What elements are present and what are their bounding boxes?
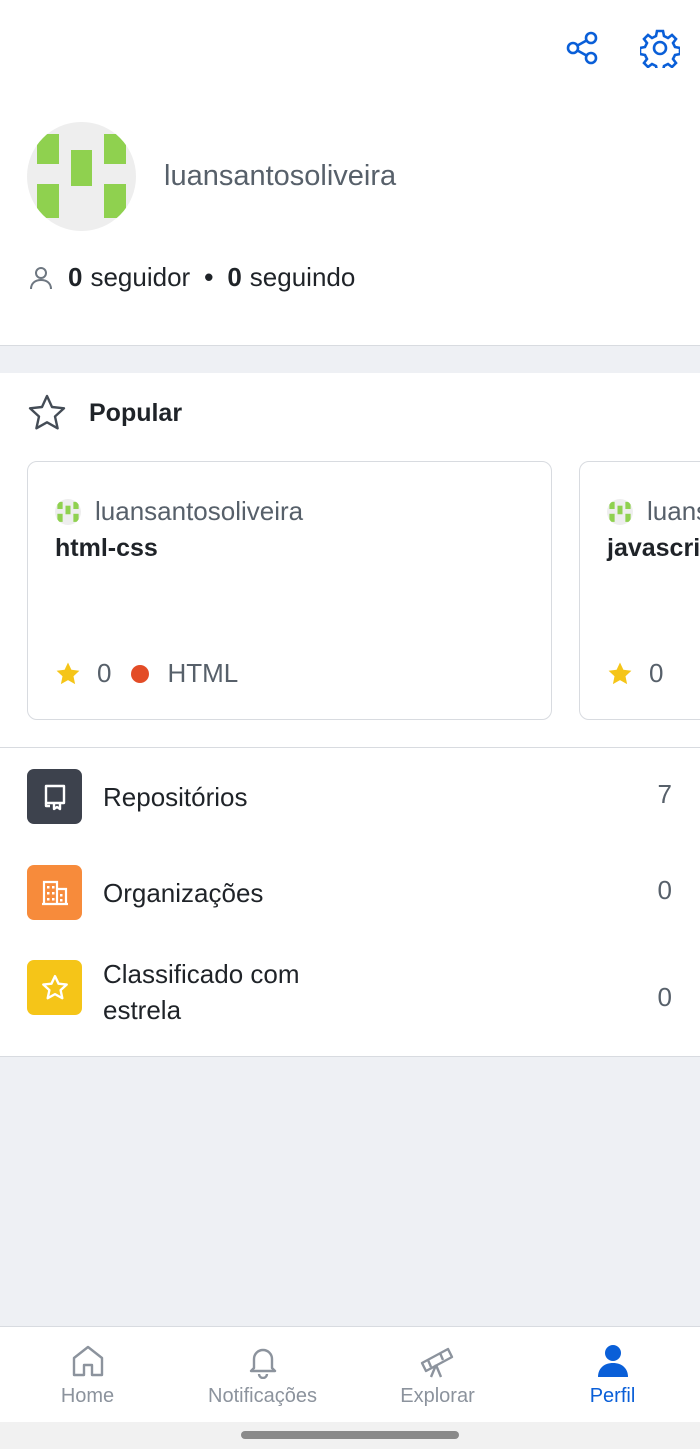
nav-label: Notificações xyxy=(208,1385,317,1407)
repo-meta: 0 xyxy=(607,658,663,689)
star-count: 0 xyxy=(97,658,112,688)
nav-explore[interactable]: Explorar xyxy=(350,1327,525,1422)
repo-card[interactable]: luansantosoliveira html-css 0 HTML xyxy=(27,461,552,720)
popular-title: Popular xyxy=(89,398,183,427)
avatar-identicon xyxy=(37,134,126,218)
home-indicator[interactable] xyxy=(241,1431,459,1439)
followers-label: seguidor xyxy=(90,262,191,292)
repo-name: html-css xyxy=(55,534,158,562)
username: luansantosoliveira xyxy=(164,160,397,192)
profile-header: luansantosoliveira 0 seguidor • 0 seguin… xyxy=(0,0,700,346)
menu-item-count: 0 xyxy=(657,982,672,1012)
menu-item-organizations[interactable]: Organizações 0 xyxy=(0,865,700,920)
separator: • xyxy=(204,262,214,292)
language-name: HTML xyxy=(167,658,239,688)
menu-item-count: 0 xyxy=(657,875,672,905)
follow-stats[interactable]: 0 seguidor • 0 seguindo xyxy=(28,262,355,293)
repo-icon xyxy=(27,769,82,824)
menu-item-label: Organizações xyxy=(103,878,264,908)
share-button[interactable] xyxy=(560,26,604,70)
following-count: 0 xyxy=(227,262,242,292)
star-icon xyxy=(608,662,632,684)
repo-meta: 0 HTML xyxy=(55,658,238,689)
header-actions xyxy=(560,26,682,70)
star-count: 0 xyxy=(649,658,664,688)
person-icon xyxy=(30,266,52,289)
telescope-icon xyxy=(420,1347,453,1378)
menu-item-count: 7 xyxy=(657,779,672,809)
repo-owner: luansantosoliveira xyxy=(55,496,303,527)
star-outline-icon xyxy=(28,394,66,430)
bell-icon xyxy=(249,1348,276,1379)
settings-button[interactable] xyxy=(638,26,682,70)
nav-label: Explorar xyxy=(400,1385,475,1407)
language-color-dot xyxy=(131,664,150,683)
organization-icon xyxy=(27,865,82,920)
menu-item-label: Classificado com estrela xyxy=(103,959,300,1025)
owner-name: luansantosoliveira xyxy=(95,496,304,526)
gear-icon xyxy=(640,29,680,68)
profile-menu: Repositórios 7 Organizações 0 Classifica… xyxy=(0,747,700,1057)
repo-card[interactable]: luansantosoliveira javascript 0 xyxy=(579,461,700,720)
popular-header: Popular xyxy=(27,393,182,433)
repo-name: javascript xyxy=(607,534,700,562)
person-icon xyxy=(597,1345,628,1377)
avatar[interactable] xyxy=(27,122,136,231)
followers-count: 0 xyxy=(68,262,83,292)
menu-item-starred[interactable]: Classificado com estrela 0 xyxy=(0,959,700,1025)
star-icon xyxy=(56,662,80,684)
home-icon xyxy=(72,1345,103,1377)
owner-name: luansantosoliveira xyxy=(647,496,700,526)
nav-notifications[interactable]: Notificações xyxy=(175,1327,350,1422)
star-icon xyxy=(27,960,82,1015)
following-label: seguindo xyxy=(249,262,356,292)
nav-profile[interactable]: Perfil xyxy=(525,1327,700,1422)
share-icon xyxy=(566,31,598,65)
bottom-navigation: Home Notificações Explorar Perfil xyxy=(0,1326,700,1422)
repo-owner: luansantosoliveira xyxy=(607,496,700,527)
nav-label: Home xyxy=(60,1385,115,1407)
nav-label: Perfil xyxy=(589,1385,636,1407)
menu-item-label: Repositórios xyxy=(103,782,248,812)
menu-item-repositories[interactable]: Repositórios 7 xyxy=(0,769,700,824)
nav-home[interactable]: Home xyxy=(0,1327,175,1422)
popular-section: Popular luansantosoliveira html-css 0 HT… xyxy=(0,373,700,747)
owner-avatar xyxy=(55,498,81,525)
owner-avatar xyxy=(607,498,633,525)
